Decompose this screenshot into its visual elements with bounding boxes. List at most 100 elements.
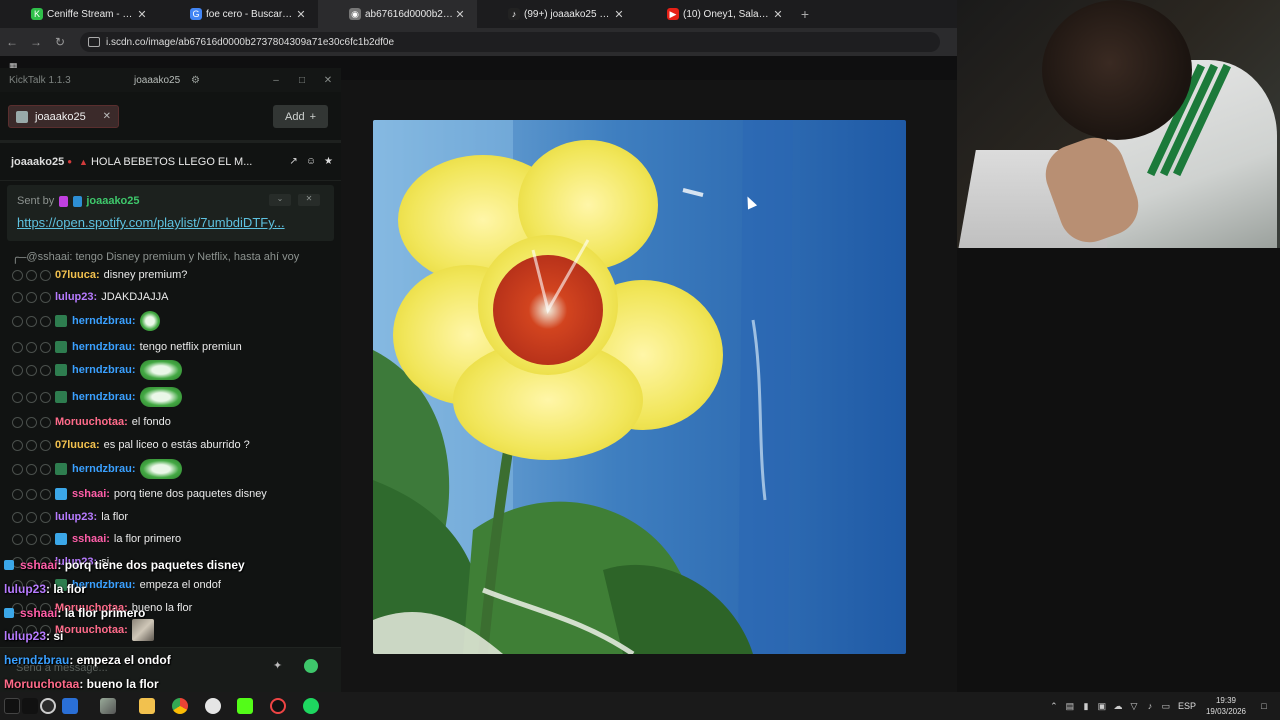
chat-message[interactable]: herndzbrau: tengo netflix premiun: [0, 336, 330, 358]
timeout-icon[interactable]: [12, 341, 23, 353]
chat-username[interactable]: Moruuchotaa: [55, 624, 124, 636]
timeout-icon[interactable]: [12, 511, 23, 523]
site-info-icon[interactable]: [88, 37, 100, 47]
rocket-icon[interactable]: ↗: [289, 156, 297, 167]
close-icon[interactable]: ✕: [612, 8, 626, 21]
chat-username[interactable]: lulup23: [55, 291, 94, 303]
chat-username[interactable]: 07luuca: [55, 269, 96, 281]
close-icon[interactable]: ✕: [294, 8, 308, 21]
emote-image[interactable]: [139, 387, 182, 407]
browser-tab[interactable]: ◉ ab67616d0000b2737804309a7✕: [318, 0, 477, 28]
timeout-icon[interactable]: [12, 488, 23, 500]
emote-image[interactable]: [139, 311, 160, 331]
reload-icon[interactable]: ↻: [48, 35, 72, 49]
chat-message[interactable]: herndzbrau:: [0, 310, 330, 332]
add-channel-button[interactable]: Add +: [273, 105, 328, 128]
chat-message[interactable]: herndzbrau:: [0, 359, 330, 381]
chat-username[interactable]: herndzbrau: [72, 315, 132, 327]
ban-icon[interactable]: [26, 315, 37, 327]
close-icon[interactable]: ✕: [771, 8, 785, 21]
chat-username[interactable]: herndzbrau: [72, 391, 132, 403]
wifi-icon[interactable]: ▽: [1126, 701, 1142, 712]
delete-icon[interactable]: [40, 291, 51, 303]
ban-icon[interactable]: [26, 488, 37, 500]
chat-message[interactable]: Moruuchotaa: el fondo: [0, 411, 330, 433]
delete-icon[interactable]: [40, 364, 51, 376]
chat-username[interactable]: lulup23: [55, 511, 94, 523]
timeout-icon[interactable]: [12, 391, 23, 403]
chat-username[interactable]: herndzbrau: [72, 364, 132, 376]
obs-icon[interactable]: [40, 698, 56, 714]
new-tab-button[interactable]: +: [795, 6, 815, 22]
ban-icon[interactable]: [26, 439, 37, 451]
close-icon[interactable]: ✕: [135, 8, 149, 21]
timeout-icon[interactable]: [12, 533, 23, 545]
chevron-down-icon[interactable]: ⌄: [269, 194, 291, 206]
chat-message[interactable]: sshaai: porq tiene dos paquetes disney: [0, 483, 330, 505]
chat-message[interactable]: herndzbrau:: [0, 458, 330, 480]
chat-message[interactable]: sshaai: la flor primero: [0, 528, 330, 550]
chat-username[interactable]: 07luuca: [55, 439, 96, 451]
mic-icon[interactable]: ▮: [1078, 701, 1094, 712]
file-explorer-icon[interactable]: [139, 698, 155, 714]
pinned-username[interactable]: joaaako25: [86, 195, 139, 207]
search-icon[interactable]: [4, 698, 20, 714]
chevron-up-icon[interactable]: ⌃: [1046, 701, 1062, 712]
emote-picker-icon[interactable]: [304, 659, 318, 673]
unpin-icon[interactable]: ✕: [298, 194, 320, 206]
delete-icon[interactable]: [40, 463, 51, 475]
browser-tab[interactable]: ▶ (10) Oney1, Salastkbron, Knak✕: [636, 0, 795, 28]
chat-message[interactable]: herndzbrau:: [0, 386, 330, 408]
close-icon[interactable]: ✕: [453, 8, 467, 21]
back-icon[interactable]: ←: [0, 35, 24, 49]
close-icon[interactable]: ✕: [103, 111, 111, 122]
pin-icon[interactable]: ★: [324, 156, 333, 167]
timeout-icon[interactable]: [12, 463, 23, 475]
kick-icon[interactable]: [237, 698, 253, 714]
chat-message[interactable]: 07luuca: disney premium?: [0, 264, 330, 286]
chat-username[interactable]: herndzbrau: [72, 341, 132, 353]
delete-icon[interactable]: [40, 315, 51, 327]
ban-icon[interactable]: [26, 391, 37, 403]
delete-icon[interactable]: [40, 533, 51, 545]
photos-icon[interactable]: [62, 698, 78, 714]
chat-username[interactable]: herndzbrau: [72, 463, 132, 475]
chat-message[interactable]: lulup23: la flor: [0, 506, 330, 528]
timeout-icon[interactable]: [12, 439, 23, 451]
minimize-icon[interactable]: –: [263, 75, 289, 86]
network-icon[interactable]: ▤: [1062, 701, 1078, 712]
notification-icon[interactable]: □: [1256, 701, 1272, 711]
language-indicator[interactable]: ESP: [1178, 701, 1196, 711]
chat-username[interactable]: Moruuchotaa: [55, 416, 124, 428]
ban-icon[interactable]: [26, 364, 37, 376]
monitor-icon[interactable]: ▣: [1094, 701, 1110, 712]
taskbar-app-icon[interactable]: [22, 698, 38, 714]
github-icon[interactable]: [205, 698, 221, 714]
browser-tab[interactable]: ♪ (99+) joaaako25 (@joaaako25)✕: [477, 0, 636, 28]
maximize-icon[interactable]: □: [289, 75, 315, 86]
channel-chip[interactable]: joaaako25 ✕: [8, 105, 119, 128]
timeout-icon[interactable]: [12, 416, 23, 428]
delete-icon[interactable]: [40, 511, 51, 523]
delete-icon[interactable]: [40, 439, 51, 451]
forward-icon[interactable]: →: [24, 35, 48, 49]
delete-icon[interactable]: [40, 391, 51, 403]
image-app-icon[interactable]: [100, 698, 116, 714]
volume-icon[interactable]: ♪: [1142, 701, 1158, 711]
delete-icon[interactable]: [40, 416, 51, 428]
ban-icon[interactable]: [26, 341, 37, 353]
playlist-link[interactable]: https://open.spotify.com/playlist/7umbdi…: [17, 215, 322, 230]
user-icon[interactable]: ☺: [306, 156, 316, 167]
ban-icon[interactable]: [26, 291, 37, 303]
chat-message[interactable]: 07luuca: es pal liceo o estás aburrido ?: [0, 434, 330, 456]
battery-icon[interactable]: ▭: [1158, 701, 1174, 712]
timeout-icon[interactable]: [12, 269, 23, 281]
emote-image[interactable]: [131, 619, 154, 641]
ban-icon[interactable]: [26, 269, 37, 281]
timeout-icon[interactable]: [12, 291, 23, 303]
url-input[interactable]: i.scdn.co/image/ab67616d0000b2737804309a…: [80, 32, 940, 52]
ban-icon[interactable]: [26, 511, 37, 523]
translate-icon[interactable]: ✦: [273, 659, 289, 673]
chat-message[interactable]: lulup23: JDAKDJAJJA: [0, 286, 330, 308]
chat-username[interactable]: sshaai: [72, 533, 106, 545]
